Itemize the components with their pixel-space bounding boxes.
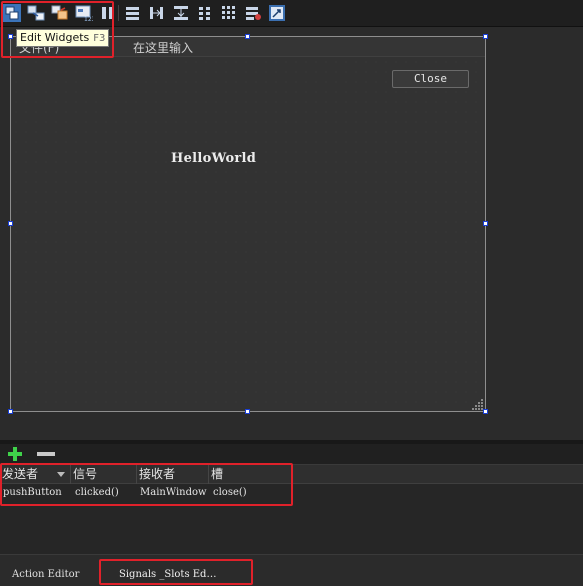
menu-type-here[interactable]: 在这里输入 — [133, 39, 193, 56]
toolbar-separator — [118, 5, 119, 21]
close-button[interactable]: Close — [392, 70, 469, 88]
resize-handle[interactable] — [245, 409, 250, 414]
hello-label: HelloWorld — [171, 151, 257, 166]
layout-form-icon[interactable] — [196, 4, 214, 22]
tab-action-editor[interactable]: Action Editor — [12, 569, 79, 580]
add-connection-icon[interactable] — [6, 446, 24, 462]
annotation-box — [0, 463, 293, 506]
layout-vertically-icon[interactable] — [124, 4, 142, 22]
layout-vertical-splitter-icon[interactable] — [172, 4, 190, 22]
layout-horizontal-splitter-icon[interactable] — [148, 4, 166, 22]
resize-handle[interactable] — [483, 221, 488, 226]
signal-slot-editor-toolbar — [0, 444, 583, 464]
annotation-box — [99, 559, 253, 585]
resize-handle[interactable] — [483, 34, 488, 39]
bottom-tab-bar: Action Editor Signals _Slots Ed… — [0, 554, 583, 586]
remove-connection-icon[interactable] — [36, 446, 56, 462]
layout-grid-icon[interactable] — [220, 4, 238, 22]
resize-handle[interactable] — [8, 221, 13, 226]
adjust-size-icon[interactable] — [268, 4, 286, 22]
resize-handle[interactable] — [8, 409, 13, 414]
annotation-box — [1, 1, 114, 58]
break-layout-icon[interactable] — [244, 4, 262, 22]
resize-handle[interactable] — [483, 409, 488, 414]
resize-handle[interactable] — [245, 34, 250, 39]
main-window-form[interactable] — [10, 36, 486, 412]
